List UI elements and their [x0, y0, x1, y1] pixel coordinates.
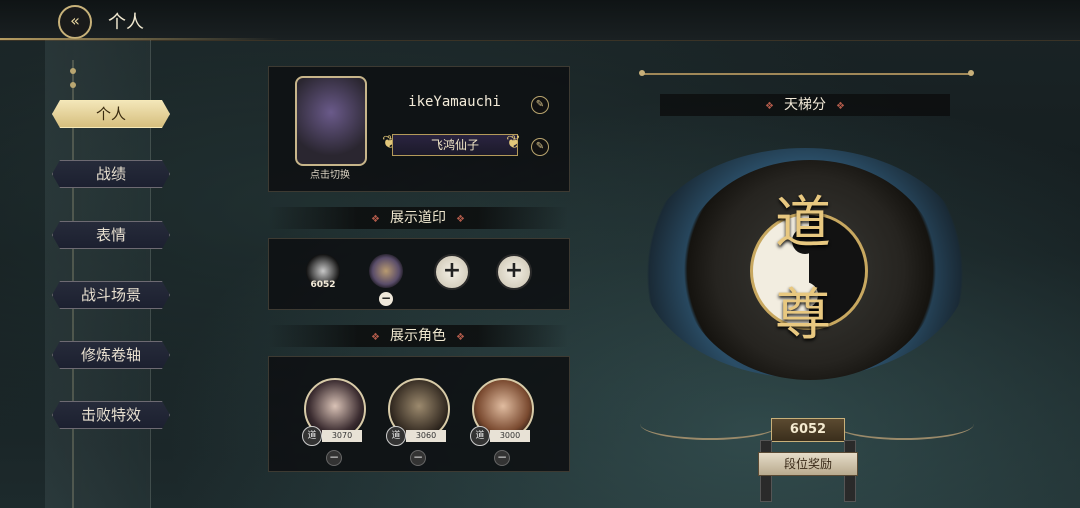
title-plate: 飞鸿仙子	[392, 134, 518, 156]
ladder-score: 6052	[771, 418, 845, 442]
rank-badge: 道	[302, 426, 322, 446]
sidebar-item-profile[interactable]: 个人	[52, 100, 170, 128]
ornament-icon: ❖	[456, 214, 465, 225]
back-arrow-icon[interactable]: «	[58, 5, 92, 39]
rank-name-top: 道	[775, 191, 831, 256]
characters-section-title: ❖ 展示角色 ❖	[268, 325, 568, 347]
remove-character-button[interactable]: −	[410, 450, 426, 466]
rail-dot	[70, 68, 76, 74]
avatar-caption: 点击切换	[310, 170, 350, 181]
ornament-icon: ❖	[836, 101, 845, 112]
rule-cap	[968, 70, 974, 76]
ornament-icon: ❖	[371, 214, 380, 225]
add-seal-button[interactable]: +	[496, 254, 532, 290]
rule-cap	[639, 70, 645, 76]
rank-reward-button[interactable]: 段位奖励	[758, 452, 858, 476]
top-rule	[642, 73, 972, 75]
remove-character-button[interactable]: −	[494, 450, 510, 466]
page-title: 个人	[108, 12, 144, 33]
edit-name-icon[interactable]: ✎	[531, 96, 549, 114]
rail-dot	[70, 82, 76, 88]
add-seal-button[interactable]: +	[434, 254, 470, 290]
top-bar: « 个人	[0, 0, 1080, 41]
character-score: 3070	[322, 430, 362, 442]
title-wing-right-icon: ❦	[506, 132, 522, 153]
rank-badge: 道	[470, 426, 490, 446]
player-name: ikeYamauchi	[408, 94, 501, 110]
sidebar-item-emotes[interactable]: 表情	[52, 221, 170, 249]
seal-slot-2[interactable]	[369, 254, 403, 288]
ladder-title: ❖ 天梯分 ❖	[660, 94, 950, 116]
rank-name-bottom: 尊	[775, 283, 831, 348]
sidebar-item-records[interactable]: 战绩	[52, 160, 170, 188]
character-score: 3060	[406, 430, 446, 442]
edit-title-icon[interactable]: ✎	[531, 138, 549, 156]
sidebar-item-defeat-effect[interactable]: 击败特效	[52, 401, 170, 429]
score-wing-left	[640, 408, 780, 440]
ornament-icon: ❖	[371, 332, 380, 343]
ornament-icon: ❖	[456, 332, 465, 343]
sidebar-item-battle-scene[interactable]: 战斗场景	[52, 281, 170, 309]
seals-section-title: ❖ 展示道印 ❖	[268, 207, 568, 229]
sidebar-item-scroll[interactable]: 修炼卷轴	[52, 341, 170, 369]
avatar[interactable]	[295, 76, 367, 166]
rank-badge: 道	[386, 426, 406, 446]
seal-count: 6052	[310, 280, 336, 290]
remove-character-button[interactable]: −	[326, 450, 342, 466]
score-wing-right	[834, 408, 974, 440]
ornament-icon: ❖	[765, 101, 774, 112]
remove-seal-button[interactable]: −	[379, 292, 393, 306]
character-score: 3000	[490, 430, 530, 442]
